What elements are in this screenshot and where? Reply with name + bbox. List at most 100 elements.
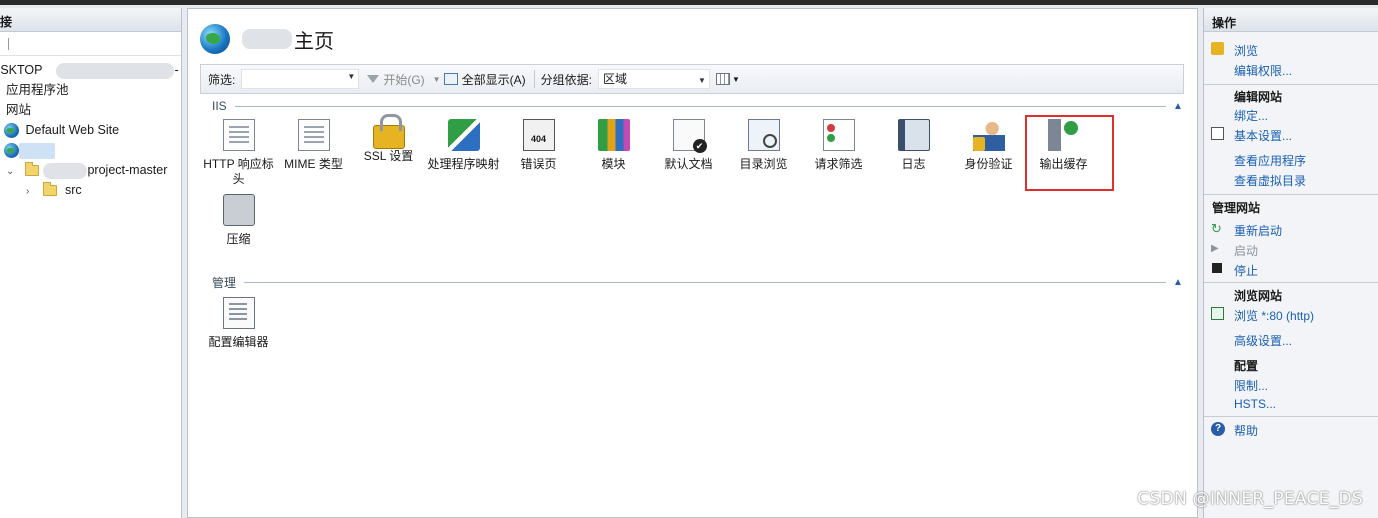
chevron-right-icon[interactable]: ›	[26, 182, 36, 202]
directory-browsing-icon	[747, 119, 780, 151]
watermark: CSDN @INNER_PEACE_DS	[1137, 489, 1363, 509]
feature-label: 日志	[901, 157, 926, 171]
action-advanced-settings[interactable]: 高级设置...	[1234, 332, 1292, 349]
feature-label: 输出缓存	[1039, 157, 1088, 171]
feature-label: 目录浏览	[739, 157, 788, 171]
http-response-headers-icon	[222, 119, 255, 151]
tree-item-app-pools[interactable]: 应用程序池	[6, 80, 69, 100]
view-mode-icon[interactable]	[715, 73, 730, 85]
action-hsts[interactable]: HSTS...	[1234, 397, 1276, 411]
filter-input[interactable]: ▼	[241, 69, 360, 89]
action-view-applications[interactable]: 查看应用程序	[1234, 152, 1306, 169]
section-divider	[1204, 416, 1378, 438]
action-stop[interactable]: 停止	[1234, 262, 1258, 279]
feature-label: 配置编辑器	[208, 335, 269, 349]
show-all-button[interactable]: ▼ 全部显示(A)	[433, 71, 526, 88]
action-browse-80[interactable]: 浏览 *:80 (http)	[1234, 307, 1314, 324]
error-pages-icon	[522, 119, 555, 151]
redacted-text	[242, 29, 292, 49]
dropdown-arrow-icon: ▼	[698, 76, 706, 85]
feature-error-pages[interactable]: 错误页	[501, 119, 576, 172]
redacted-text	[56, 62, 175, 79]
server-name: ESKTOP	[0, 63, 43, 77]
globe-icon	[4, 123, 19, 139]
section-header-iis[interactable]: IIS ▲	[212, 99, 1184, 113]
dropdown-arrow-icon[interactable]: ▼	[347, 72, 355, 81]
feature-output-caching[interactable]: 输出缓存	[1026, 119, 1101, 172]
globe-icon	[4, 143, 19, 159]
section-header-manage[interactable]: 管理 ▲	[212, 275, 1184, 290]
page-title: 主页	[200, 23, 334, 55]
group-by-label: 分组依据:	[540, 72, 592, 87]
action-limits[interactable]: 限制...	[1234, 377, 1268, 394]
filter-label: 筛选:	[208, 72, 236, 87]
action-edit-permissions[interactable]: 编辑权限...	[1234, 62, 1292, 79]
feature-logging[interactable]: 日志	[876, 119, 951, 172]
basic-settings-icon	[1211, 127, 1224, 140]
collapse-icon[interactable]: ▲	[1172, 101, 1184, 112]
browse-icon	[1211, 42, 1224, 55]
feature-configuration-editor[interactable]: 配置编辑器	[201, 297, 276, 350]
connections-header: 接	[0, 8, 181, 32]
section-title-manage: 管理	[212, 275, 237, 290]
action-restart[interactable]: 重新启动	[1234, 222, 1282, 239]
request-filtering-icon	[822, 119, 855, 151]
action-start[interactable]: 启动	[1234, 242, 1258, 259]
feature-label: 请求筛选	[814, 157, 863, 171]
edit-site-heading: 编辑网站	[1234, 90, 1283, 104]
group-by-value: 区域	[602, 72, 627, 86]
logging-icon	[897, 119, 930, 151]
browse-site-heading: 浏览网站	[1234, 289, 1283, 303]
feature-modules[interactable]: 模块	[576, 119, 651, 172]
tree-item-project[interactable]: ⌄ project-master	[6, 160, 167, 180]
action-browse[interactable]: 浏览	[1234, 42, 1258, 59]
dropdown-arrow-icon[interactable]: ▼	[732, 75, 740, 84]
tree-item-selected-site[interactable]	[4, 140, 55, 160]
start-filter-button[interactable]: 开始(G)	[367, 71, 425, 88]
group-by-select[interactable]: 区域 ▼	[597, 69, 710, 89]
connections-pane: 接 ESKTOP - 应用程序池 网站 Default Web Site ⌄ pr…	[0, 8, 182, 518]
tree-item-default-web-site[interactable]: Default Web Site	[4, 120, 119, 140]
feature-authentication[interactable]: 身份验证	[951, 119, 1026, 172]
main-pane: 主页 筛选: ▼ 开始(G) ▼ 全部显示(A) 分组依据: 区域 ▼ ▼ II…	[187, 8, 1198, 518]
folder-icon	[43, 182, 58, 197]
action-bindings[interactable]: 绑定...	[1234, 107, 1268, 124]
feature-directory-browsing[interactable]: 目录浏览	[726, 119, 801, 172]
tree-item-server[interactable]: ESKTOP -	[0, 60, 179, 80]
feature-label: 处理程序映射	[427, 157, 500, 171]
tree-item-src[interactable]: › src	[26, 180, 82, 200]
feature-compression[interactable]: 压缩	[201, 194, 276, 247]
default-document-icon	[672, 119, 707, 153]
section-divider	[1204, 84, 1378, 106]
ssl-settings-icon	[372, 114, 405, 149]
app-pools-label: 应用程序池	[6, 83, 69, 97]
window-top-bar	[0, 0, 1378, 5]
feature-ssl-settings[interactable]: SSL 设置	[351, 114, 426, 164]
start-icon: ▶	[1211, 243, 1219, 254]
redacted-text	[43, 162, 88, 179]
toolbar-separator	[533, 70, 535, 88]
restart-icon: ↻	[1211, 221, 1222, 236]
feature-request-filtering[interactable]: 请求筛选	[801, 119, 876, 172]
action-basic-settings[interactable]: 基本设置...	[1234, 127, 1292, 144]
connections-toolbar	[0, 32, 181, 56]
show-all-label: 全部显示(A)	[461, 72, 526, 87]
collapse-icon[interactable]: ▲	[1172, 277, 1184, 288]
funnel-icon	[367, 75, 380, 83]
chevron-down-icon[interactable]: ⌄	[6, 162, 16, 182]
modules-icon	[597, 119, 630, 151]
browse-site-icon	[1211, 307, 1224, 320]
globe-icon	[200, 24, 230, 54]
folder-icon	[25, 162, 40, 177]
feature-mime-types[interactable]: MIME 类型	[276, 119, 351, 172]
feature-handler-mappings[interactable]: 处理程序映射	[426, 119, 501, 172]
output-caching-icon	[1047, 119, 1080, 151]
action-help[interactable]: 帮助	[1234, 422, 1258, 439]
feature-default-document[interactable]: 默认文档	[651, 119, 726, 172]
action-view-virtual-directories[interactable]: 查看虚拟目录	[1234, 172, 1306, 189]
section-divider	[1204, 282, 1378, 304]
feature-http-response-headers[interactable]: HTTP 响应标头	[201, 119, 276, 187]
manage-site-heading: 管理网站	[1212, 201, 1261, 215]
tree-item-sites[interactable]: 网站	[6, 100, 31, 120]
sites-label: 网站	[6, 103, 32, 117]
